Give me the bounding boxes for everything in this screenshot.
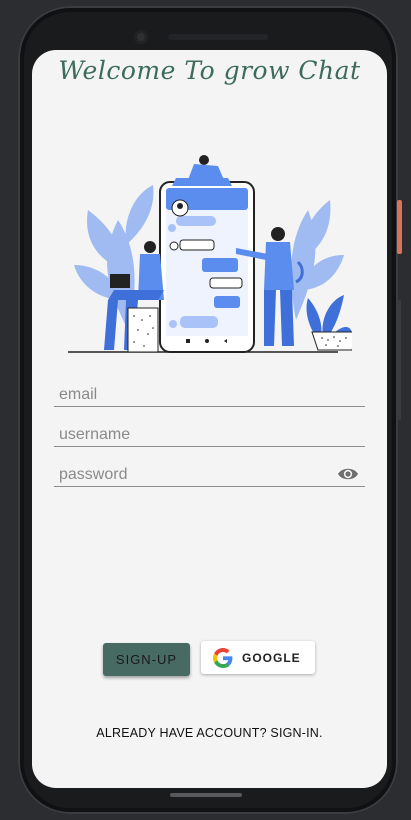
chat-illustration — [68, 155, 352, 353]
earpiece — [168, 34, 268, 40]
home-indicator — [170, 793, 242, 797]
signup-button[interactable]: SIGN-UP — [103, 643, 190, 676]
power-button — [397, 200, 402, 254]
password-input[interactable] — [59, 466, 329, 484]
username-field[interactable] — [54, 410, 365, 447]
signin-link[interactable]: ALREADY HAVE ACCOUNT? SIGN-IN. — [32, 726, 387, 740]
eye-icon[interactable] — [337, 466, 359, 482]
email-field[interactable] — [54, 370, 365, 407]
app-screen: Welcome To grow Chat email username SIGN… — [32, 50, 387, 788]
email-input[interactable] — [59, 386, 329, 404]
volume-button — [397, 300, 401, 420]
page-title: Welcome To grow Chat — [58, 56, 361, 85]
password-field[interactable] — [54, 450, 365, 487]
google-logo-icon — [213, 647, 233, 668]
camera-icon — [134, 30, 148, 44]
google-signin-button[interactable]: GOOGLE — [201, 641, 315, 674]
username-input[interactable] — [59, 426, 329, 444]
google-button-label: GOOGLE — [242, 650, 301, 665]
